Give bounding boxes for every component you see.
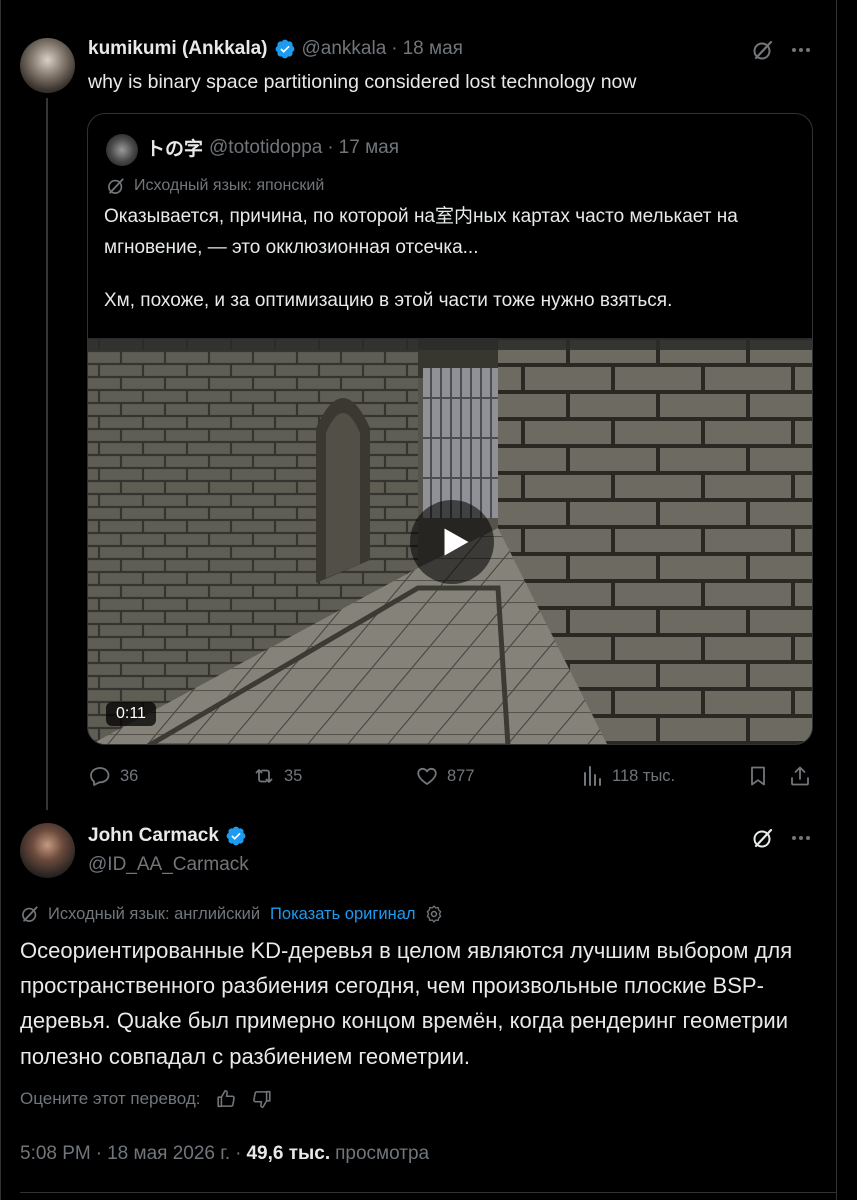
author-handle[interactable]: @ankkala [302, 38, 387, 60]
separator-dot: · [391, 38, 398, 59]
author-handle[interactable]: @ID_AA_Carmack [88, 854, 249, 876]
reply-icon [90, 767, 110, 786]
rate-translation-label: Оцените этот перевод: [20, 1089, 201, 1108]
post-text: why is binary space partitioning conside… [88, 71, 637, 93]
share-button[interactable] [788, 764, 812, 788]
separator-dot: · [327, 136, 334, 158]
translation-notice: Исходный язык: английский Показать ориги… [20, 904, 444, 924]
show-original-link[interactable]: Показать оригинал [270, 905, 415, 924]
views-chart-icon [584, 766, 601, 786]
separator-dot: · [95, 1143, 103, 1164]
quoted-post-date: 17 мая [338, 136, 400, 158]
author-name[interactable]: John Carmack [88, 825, 219, 847]
video-duration: 0:11 [106, 702, 156, 726]
quoted-post-text: Оказывается, причина, по которой на室内ных… [104, 202, 804, 316]
source-language-label: Исходный язык: японский [134, 177, 325, 194]
views-label: просмотра [335, 1143, 430, 1164]
bookmark-icon [751, 766, 765, 786]
quoted-post-card[interactable]: トの字 @tototidoppa · 17 мая Исходный язык:… [87, 113, 813, 745]
right-column-border [836, 0, 837, 1200]
repost-count: 35 [284, 766, 303, 785]
repost-icon [255, 769, 273, 783]
main-post-text: Осеориентированные KD-деревья в целом яв… [20, 938, 793, 1069]
thread-connector-line [46, 98, 48, 810]
source-language-label: Исходный язык: английский [48, 904, 261, 923]
avatar[interactable] [20, 823, 75, 878]
rate-translation-row: Оцените этот перевод: [20, 1088, 273, 1110]
avatar[interactable] [20, 38, 75, 93]
settings-gear-icon[interactable] [424, 904, 444, 924]
grok-icon[interactable] [751, 38, 775, 62]
grok-icon [108, 178, 124, 194]
quoted-translation-notice: Исходный язык: японский [106, 176, 324, 196]
author-name[interactable]: kumikumi (Ankkala) [88, 38, 268, 60]
reply-button[interactable]: 36 [88, 764, 138, 788]
grok-icon[interactable] [751, 826, 775, 850]
verified-badge-icon [226, 826, 246, 846]
play-button[interactable] [410, 500, 494, 584]
grok-icon [22, 906, 38, 922]
post-date[interactable]: 18 мая [403, 38, 463, 60]
heart-icon [417, 767, 437, 785]
like-count: 877 [447, 766, 475, 785]
thumbs-down-icon[interactable] [251, 1088, 273, 1110]
main-post-header: John Carmack [88, 825, 253, 847]
post-time[interactable]: 5:08 PM [20, 1143, 91, 1165]
play-icon [444, 528, 469, 556]
post-header: kumikumi (Ankkala) @ankkala · 18 мая [88, 38, 463, 60]
repost-button[interactable]: 35 [252, 764, 302, 788]
video-player[interactable]: 0:11 [88, 338, 812, 744]
quoted-avatar [106, 134, 138, 166]
reply-count: 36 [120, 766, 139, 785]
post-full-date[interactable]: 18 мая 2026 г. [107, 1143, 230, 1165]
quoted-header: トの字 @tototidoppa · 17 мая [146, 134, 399, 161]
left-column-border [0, 0, 1, 1200]
verified-badge-icon [275, 39, 294, 59]
more-options-icon[interactable] [789, 38, 813, 62]
more-options-icon[interactable] [789, 826, 813, 850]
quoted-author-name: トの字 [146, 139, 204, 160]
like-button[interactable]: 877 [415, 764, 475, 788]
post-actions-bar: 36 35 877 118 тыс. [88, 764, 816, 790]
divider [20, 1192, 836, 1193]
post-meta: 5:08 PM · 18 мая 2026 г. · 49,6 тыс. про… [20, 1143, 429, 1165]
quoted-text-paragraph-1: Оказывается, причина, по которой на室内ных… [104, 206, 738, 258]
share-icon [791, 766, 809, 786]
views-count: 49,6 тыс. [246, 1143, 331, 1164]
views-count: 118 тыс. [612, 766, 676, 785]
separator-dot: · [235, 1143, 242, 1164]
bookmark-button[interactable] [746, 764, 770, 788]
thumbs-up-icon[interactable] [215, 1088, 237, 1110]
quoted-text-paragraph-2: Хм, похоже, и за оптимизацию в этой част… [104, 289, 673, 311]
quoted-author-handle: @tototidoppa [209, 136, 323, 158]
views-button[interactable]: 118 тыс. [580, 764, 675, 788]
